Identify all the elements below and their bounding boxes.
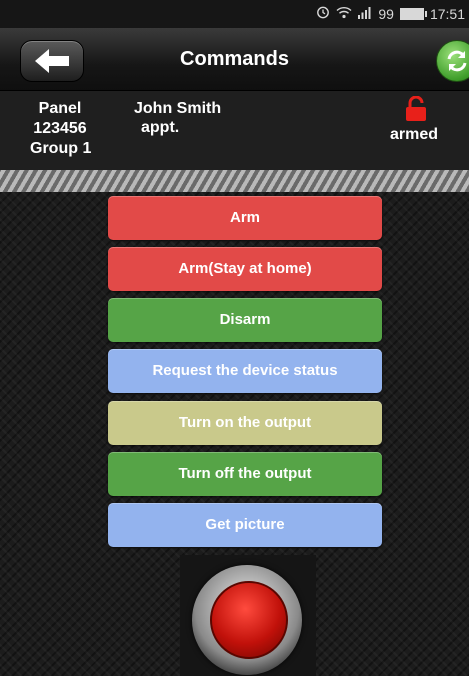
panel-group: Group 1 bbox=[30, 140, 92, 157]
panic-button-icon bbox=[210, 581, 288, 659]
user-name: John Smith bbox=[134, 100, 222, 117]
user-info: John Smith appt. bbox=[134, 99, 221, 137]
status-bar: 99 17:51 bbox=[0, 0, 469, 28]
status-icons: 99 17:51 bbox=[316, 5, 465, 22]
arm-stay-home-button[interactable]: Arm(Stay at home) bbox=[108, 247, 382, 291]
battery-icon bbox=[399, 7, 427, 20]
refresh-button[interactable] bbox=[436, 40, 469, 82]
divider-strip bbox=[0, 170, 469, 192]
alarm-clock-icon bbox=[316, 5, 330, 22]
panel-info: Panel 123456 Group 1 bbox=[30, 99, 92, 159]
turn-on-output-button[interactable]: Turn on the output bbox=[108, 401, 382, 445]
disarm-button[interactable]: Disarm bbox=[108, 298, 382, 342]
panel-number: 123456 bbox=[33, 120, 87, 137]
wifi-icon bbox=[336, 6, 352, 22]
user-unit: appt. bbox=[141, 119, 180, 136]
panic-button[interactable] bbox=[192, 565, 302, 675]
arm-button[interactable]: Arm bbox=[108, 196, 382, 240]
battery-level: 99 bbox=[378, 5, 394, 22]
armed-status: armed bbox=[390, 126, 439, 143]
request-status-button[interactable]: Request the device status bbox=[108, 349, 382, 393]
get-picture-button[interactable]: Get picture bbox=[108, 503, 382, 547]
clock-time: 17:51 bbox=[429, 5, 465, 22]
app-screen: 99 17:51 Commands Panel 123456 Group 1 J… bbox=[0, 0, 469, 676]
signal-icon bbox=[358, 6, 372, 22]
refresh-icon bbox=[447, 50, 467, 72]
header-bar: Commands bbox=[0, 28, 469, 91]
panic-area bbox=[180, 555, 316, 676]
info-panel: Panel 123456 Group 1 John Smith appt. ar… bbox=[0, 91, 469, 170]
turn-off-output-button[interactable]: Turn off the output bbox=[108, 452, 382, 496]
page-title: Commands bbox=[180, 48, 289, 70]
lock-icon bbox=[404, 95, 428, 127]
panel-label: Panel bbox=[38, 100, 82, 117]
